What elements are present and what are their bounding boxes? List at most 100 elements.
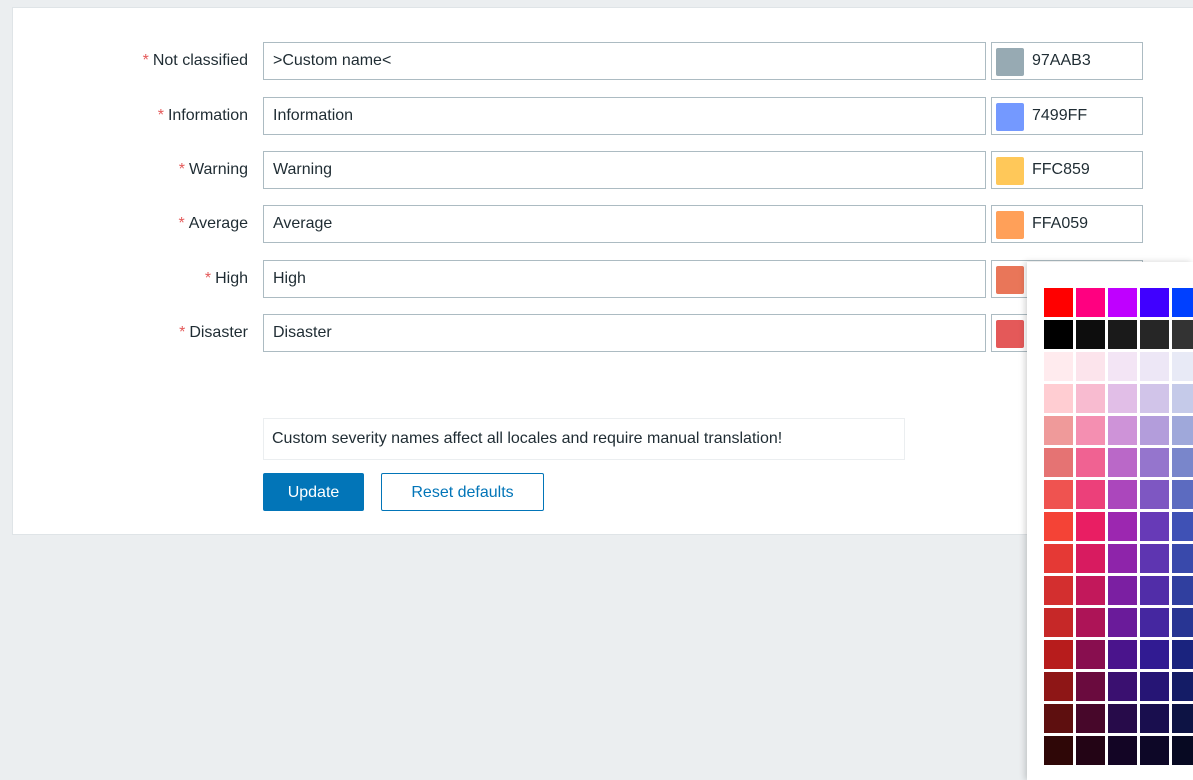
palette-color-cell[interactable]: [1044, 544, 1073, 573]
severity-label-text: Disaster: [189, 324, 248, 341]
color-swatch[interactable]: [996, 320, 1024, 348]
palette-color-cell[interactable]: [1044, 384, 1073, 413]
palette-color-cell[interactable]: [1172, 544, 1193, 573]
severity-name-input-warning[interactable]: [263, 151, 986, 189]
reset-defaults-button[interactable]: Reset defaults: [381, 473, 544, 511]
palette-color-cell[interactable]: [1108, 512, 1137, 541]
palette-color-cell[interactable]: [1076, 544, 1105, 573]
palette-color-cell[interactable]: [1044, 448, 1073, 477]
palette-color-cell[interactable]: [1172, 416, 1193, 445]
palette-color-cell[interactable]: [1044, 608, 1073, 637]
color-swatch[interactable]: [996, 157, 1024, 185]
color-hex-value[interactable]: FFA059: [1032, 206, 1088, 242]
palette-color-cell[interactable]: [1076, 736, 1105, 765]
color-swatch[interactable]: [996, 211, 1024, 239]
palette-color-cell[interactable]: [1140, 416, 1169, 445]
severity-color-picker-average[interactable]: FFA059: [991, 205, 1143, 243]
palette-color-cell[interactable]: [1172, 480, 1193, 509]
palette-color-cell[interactable]: [1044, 672, 1073, 701]
palette-color-cell[interactable]: [1108, 320, 1137, 349]
palette-color-cell[interactable]: [1076, 608, 1105, 637]
color-hex-value[interactable]: 7499FF: [1032, 98, 1087, 134]
palette-color-cell[interactable]: [1044, 576, 1073, 605]
palette-color-cell[interactable]: [1044, 480, 1073, 509]
palette-color-cell[interactable]: [1172, 384, 1193, 413]
palette-color-cell[interactable]: [1172, 576, 1193, 605]
palette-color-cell[interactable]: [1108, 352, 1137, 381]
palette-color-cell[interactable]: [1172, 320, 1193, 349]
palette-color-cell[interactable]: [1140, 448, 1169, 477]
severity-name-input-not-classified[interactable]: [263, 42, 986, 80]
palette-color-cell[interactable]: [1044, 352, 1073, 381]
palette-color-cell[interactable]: [1108, 288, 1137, 317]
palette-color-cell[interactable]: [1076, 416, 1105, 445]
palette-color-cell[interactable]: [1076, 480, 1105, 509]
color-hex-value[interactable]: FFC859: [1032, 152, 1090, 188]
severity-color-picker-information[interactable]: 7499FF: [991, 97, 1143, 135]
palette-color-cell[interactable]: [1076, 640, 1105, 669]
palette-color-cell[interactable]: [1108, 736, 1137, 765]
palette-color-cell[interactable]: [1108, 672, 1137, 701]
update-button[interactable]: Update: [263, 473, 364, 511]
palette-color-cell[interactable]: [1076, 704, 1105, 733]
severity-color-picker-warning[interactable]: FFC859: [991, 151, 1143, 189]
palette-color-cell[interactable]: [1044, 416, 1073, 445]
color-swatch[interactable]: [996, 103, 1024, 131]
palette-color-cell[interactable]: [1076, 288, 1105, 317]
severity-name-input-high[interactable]: [263, 260, 986, 298]
palette-color-cell[interactable]: [1044, 640, 1073, 669]
palette-color-cell[interactable]: [1172, 672, 1193, 701]
color-hex-value[interactable]: 97AAB3: [1032, 43, 1091, 79]
palette-color-cell[interactable]: [1140, 608, 1169, 637]
palette-color-cell[interactable]: [1108, 384, 1137, 413]
severity-color-picker-not-classified[interactable]: 97AAB3: [991, 42, 1143, 80]
palette-color-cell[interactable]: [1172, 352, 1193, 381]
palette-color-cell[interactable]: [1044, 736, 1073, 765]
palette-color-cell[interactable]: [1044, 320, 1073, 349]
palette-color-cell[interactable]: [1172, 704, 1193, 733]
palette-color-cell[interactable]: [1108, 608, 1137, 637]
palette-color-cell[interactable]: [1076, 352, 1105, 381]
palette-color-cell[interactable]: [1172, 608, 1193, 637]
palette-color-cell[interactable]: [1108, 704, 1137, 733]
palette-color-cell[interactable]: [1172, 736, 1193, 765]
palette-color-cell[interactable]: [1140, 384, 1169, 413]
palette-color-cell[interactable]: [1140, 512, 1169, 541]
palette-color-cell[interactable]: [1108, 480, 1137, 509]
palette-color-cell[interactable]: [1076, 384, 1105, 413]
palette-color-cell[interactable]: [1108, 640, 1137, 669]
palette-color-cell[interactable]: [1140, 736, 1169, 765]
palette-color-cell[interactable]: [1044, 288, 1073, 317]
palette-color-cell[interactable]: [1172, 512, 1193, 541]
palette-color-cell[interactable]: [1108, 416, 1137, 445]
color-swatch[interactable]: [996, 48, 1024, 76]
severity-name-input-information[interactable]: [263, 97, 986, 135]
palette-color-cell[interactable]: [1140, 672, 1169, 701]
palette-color-cell[interactable]: [1140, 352, 1169, 381]
palette-color-cell[interactable]: [1108, 448, 1137, 477]
palette-color-cell[interactable]: [1076, 576, 1105, 605]
palette-color-cell[interactable]: [1140, 288, 1169, 317]
palette-color-cell[interactable]: [1076, 448, 1105, 477]
palette-color-cell[interactable]: [1108, 544, 1137, 573]
palette-color-cell[interactable]: [1172, 640, 1193, 669]
color-swatch[interactable]: [996, 266, 1024, 294]
palette-color-cell[interactable]: [1076, 672, 1105, 701]
palette-color-cell[interactable]: [1140, 480, 1169, 509]
palette-color-cell[interactable]: [1140, 704, 1169, 733]
severity-name-input-disaster[interactable]: [263, 314, 986, 352]
palette-color-cell[interactable]: [1140, 320, 1169, 349]
palette-color-cell[interactable]: [1076, 320, 1105, 349]
palette-color-cell[interactable]: [1140, 640, 1169, 669]
palette-color-cell[interactable]: [1044, 704, 1073, 733]
palette-color-cell[interactable]: [1172, 288, 1193, 317]
palette-color-cell[interactable]: [1140, 576, 1169, 605]
palette-color-cell[interactable]: [1108, 576, 1137, 605]
severity-label-not-classified: * Not classified: [143, 42, 248, 80]
severity-name-input-average[interactable]: [263, 205, 986, 243]
palette-color-cell[interactable]: [1140, 544, 1169, 573]
severity-label-text: Warning: [189, 161, 248, 178]
palette-color-cell[interactable]: [1044, 512, 1073, 541]
palette-color-cell[interactable]: [1076, 512, 1105, 541]
palette-color-cell[interactable]: [1172, 448, 1193, 477]
